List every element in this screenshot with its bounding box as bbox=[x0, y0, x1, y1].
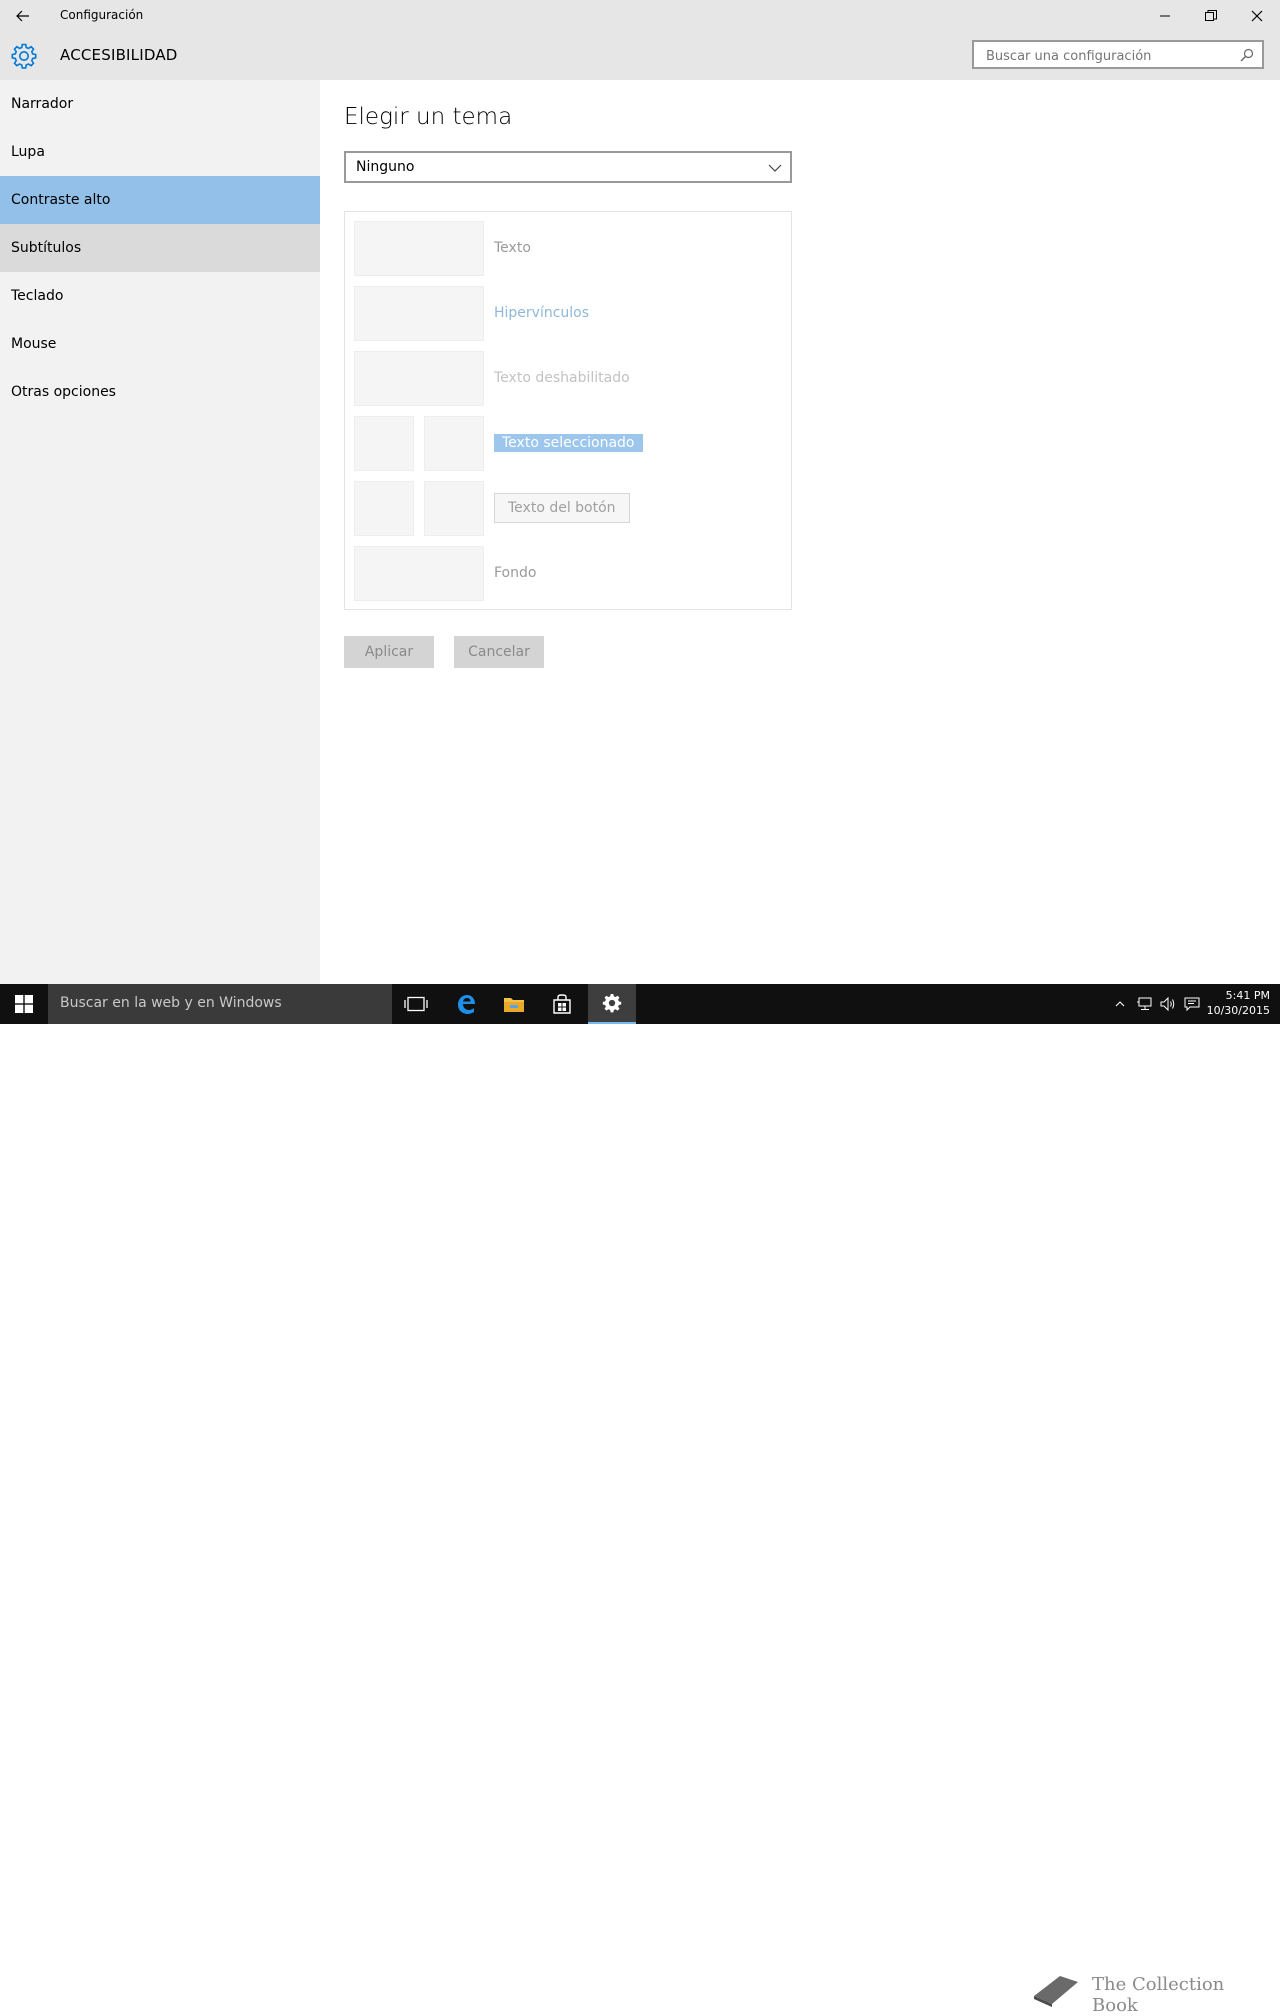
edge-icon bbox=[458, 995, 475, 1014]
action-center-button[interactable] bbox=[1180, 984, 1204, 1024]
store-taskbar-button[interactable] bbox=[538, 984, 586, 1024]
sidebar-item-mouse[interactable]: Mouse bbox=[0, 320, 320, 368]
preview-row-text: Texto bbox=[354, 221, 774, 276]
preview-row-disabled: Texto deshabilitado bbox=[354, 351, 774, 406]
sidebar-item-narrador[interactable]: Narrador bbox=[0, 80, 320, 128]
sidebar-item-contraste-alto[interactable]: Contraste alto bbox=[0, 176, 320, 224]
preview-label-disabled: Texto deshabilitado bbox=[494, 370, 630, 386]
search-icon[interactable] bbox=[1240, 48, 1254, 62]
preview-row-selected: Texto seleccionado bbox=[354, 416, 774, 471]
theme-preview-panel: Texto Hipervínculos Texto deshabilitado … bbox=[344, 211, 792, 610]
settings-taskbar-button[interactable] bbox=[588, 984, 636, 1024]
preview-row-hyperlinks: Hipervínculos bbox=[354, 286, 774, 341]
sidebar-item-teclado[interactable]: Teclado bbox=[0, 272, 320, 320]
preview-row-button: Texto del botón bbox=[354, 481, 774, 536]
windows-logo-icon bbox=[15, 995, 33, 1013]
sidebar-item-lupa[interactable]: Lupa bbox=[0, 128, 320, 176]
edge-taskbar-button[interactable] bbox=[442, 984, 490, 1024]
disabled-text-color-swatch[interactable] bbox=[354, 351, 484, 406]
page-title: ACCESIBILIDAD bbox=[60, 46, 178, 64]
preview-label-background: Fondo bbox=[494, 565, 537, 581]
watermark: The Collection Book bbox=[1030, 1968, 1260, 2016]
back-button[interactable] bbox=[8, 4, 38, 28]
button-background-color-swatch[interactable] bbox=[424, 481, 484, 536]
hyperlink-color-swatch[interactable] bbox=[354, 286, 484, 341]
sidebar-item-subtitulos[interactable]: Subtítulos bbox=[0, 224, 320, 272]
text-color-swatch[interactable] bbox=[354, 221, 484, 276]
network-tray-button[interactable] bbox=[1132, 984, 1156, 1024]
minimize-button[interactable] bbox=[1142, 0, 1188, 32]
settings-search-box[interactable] bbox=[972, 40, 1264, 69]
main-content: Elegir un tema Ninguno Texto Hipervíncul… bbox=[320, 80, 1280, 984]
preview-label-hyperlinks: Hipervínculos bbox=[494, 305, 590, 321]
settings-search-input[interactable] bbox=[984, 46, 1238, 66]
app-header: ACCESIBILIDAD bbox=[0, 32, 1280, 80]
network-icon bbox=[1137, 997, 1152, 1010]
chevron-down-icon bbox=[768, 164, 782, 172]
store-bag-icon bbox=[553, 994, 571, 1014]
close-button[interactable] bbox=[1234, 0, 1280, 32]
restore-button[interactable] bbox=[1188, 0, 1234, 32]
message-icon bbox=[1184, 997, 1200, 1011]
task-view-icon bbox=[404, 996, 428, 1012]
watermark-text: The Collection Book bbox=[1092, 1974, 1225, 2016]
preview-label-text: Texto bbox=[494, 240, 531, 256]
back-arrow-icon bbox=[16, 10, 29, 22]
selected-text-color-swatch[interactable] bbox=[354, 416, 414, 471]
taskbar-search-placeholder: Buscar en la web y en Windows bbox=[60, 995, 282, 1011]
apply-button[interactable]: Aplicar bbox=[344, 636, 434, 668]
button-text-color-swatch[interactable] bbox=[354, 481, 414, 536]
theme-select-value: Ninguno bbox=[356, 159, 415, 175]
cancel-button[interactable]: Cancelar bbox=[454, 636, 544, 668]
theme-select[interactable]: Ninguno bbox=[344, 151, 792, 183]
preview-row-background: Fondo bbox=[354, 546, 774, 601]
gear-icon bbox=[602, 993, 622, 1013]
window-title: Configuración bbox=[60, 8, 144, 22]
book-logo-icon bbox=[1034, 1976, 1078, 2007]
title-bar: Configuración bbox=[0, 0, 1280, 32]
speaker-icon bbox=[1160, 997, 1175, 1011]
close-icon bbox=[1251, 10, 1263, 22]
chevron-up-icon bbox=[1115, 1001, 1125, 1007]
section-heading: Elegir un tema bbox=[344, 104, 513, 130]
task-view-button[interactable] bbox=[392, 984, 440, 1024]
minimize-icon bbox=[1160, 15, 1170, 17]
taskbar-clock[interactable]: 5:41 PM 10/30/2015 bbox=[1207, 988, 1270, 1018]
taskbar-search-box[interactable]: Buscar en la web y en Windows bbox=[48, 984, 392, 1024]
sidebar-item-otras-opciones[interactable]: Otras opciones bbox=[0, 368, 320, 416]
show-hidden-icons-button[interactable] bbox=[1110, 984, 1130, 1024]
gear-icon bbox=[11, 43, 37, 69]
background-color-swatch[interactable] bbox=[354, 546, 484, 601]
taskbar: Buscar en la web y en Windows The Collec… bbox=[0, 984, 1280, 2016]
restore-icon bbox=[1205, 10, 1217, 21]
folder-icon bbox=[504, 998, 524, 1012]
selected-background-color-swatch[interactable] bbox=[424, 416, 484, 471]
start-button[interactable] bbox=[0, 984, 48, 1024]
clock-time: 5:41 PM bbox=[1225, 989, 1270, 1002]
volume-tray-button[interactable] bbox=[1156, 984, 1180, 1024]
preview-label-selected: Texto seleccionado bbox=[494, 434, 643, 452]
sidebar: Narrador Lupa Contraste alto Subtítulos … bbox=[0, 80, 320, 984]
clock-date: 10/30/2015 bbox=[1206, 1004, 1270, 1017]
preview-label-button: Texto del botón bbox=[494, 493, 630, 523]
file-explorer-taskbar-button[interactable] bbox=[490, 984, 538, 1024]
